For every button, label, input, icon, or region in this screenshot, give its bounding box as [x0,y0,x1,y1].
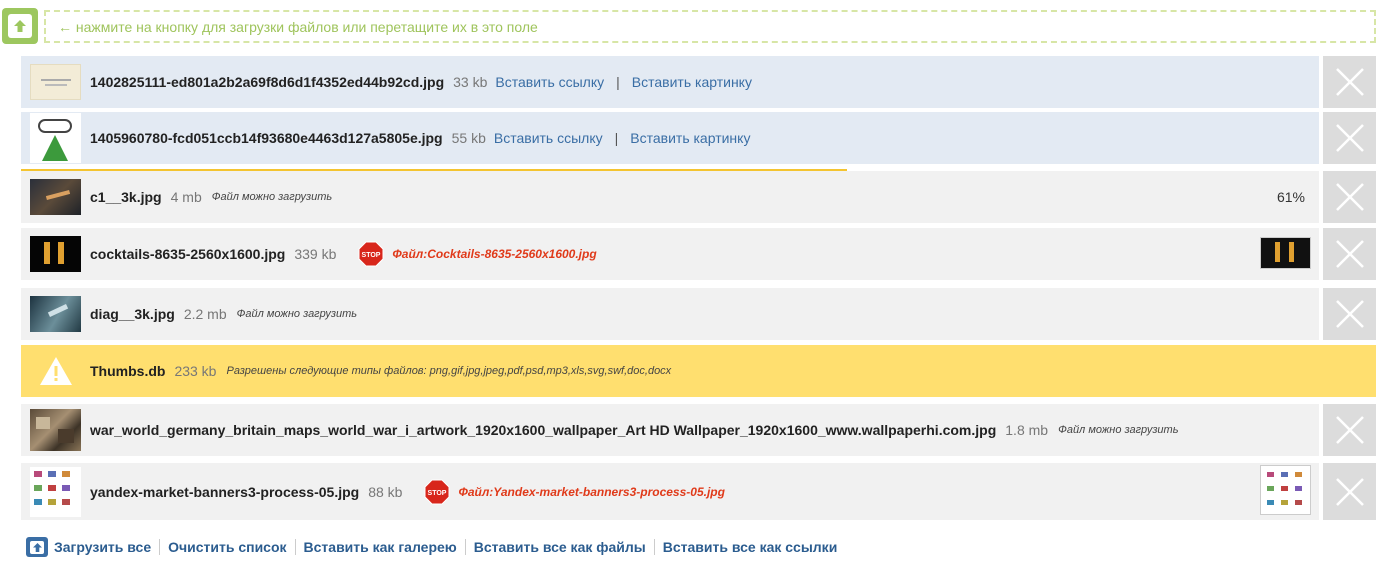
warning-triangle-icon [30,353,81,389]
insert-link-button[interactable]: Вставить ссылку [494,130,603,146]
file-error-message: Файл:Yandex-market-banners3-process-05.j… [458,484,725,499]
close-x-icon [1335,68,1364,96]
file-row: c1__3k.jpg 4 mb Файл можно загрузить 61% [21,171,1319,223]
file-size: 4 mb [170,189,202,205]
file-thumbnail [30,466,81,517]
footer-separator [464,539,466,555]
stop-sign-icon: STOP [358,241,384,267]
file-row-warning: Thumbs.db 233 kb Разрешены следующие тип… [21,345,1376,397]
upload-all-button[interactable]: Загрузить все [54,539,151,555]
close-x-icon [1335,416,1364,444]
insert-all-links-button[interactable]: Вставить все как ссылки [663,539,838,555]
file-row: cocktails-8635-2560x1600.jpg 339 kb STOP… [21,228,1319,280]
file-name: Thumbs.db [90,363,166,379]
file-error-message: Файл:Cocktails-8635-2560x1600.jpg [392,247,597,261]
file-size: 55 kb [451,130,486,146]
file-thumbnail [30,296,81,332]
file-size: 339 kb [294,246,337,262]
remove-file-button[interactable] [1323,228,1376,280]
file-name: 1405960780-fcd051ccb14f93680e4463d127a58… [90,130,443,146]
file-thumbnail [30,236,81,272]
footer-actions: Загрузить все Очистить список Вставить к… [26,537,837,557]
file-thumbnail [30,179,81,215]
drop-zone-hint: ← нажмите на кнопку для загрузки файлов … [58,18,538,35]
remove-file-button[interactable] [1323,404,1376,456]
link-separator: | [614,130,619,146]
file-size: 233 kb [174,363,217,379]
file-size: 33 kb [453,74,488,90]
file-row: 1402825111-ed801a2b2a69f8d6d1f4352ed44b9… [21,56,1319,108]
footer-separator [159,539,161,555]
insert-all-files-button[interactable]: Вставить все как файлы [474,539,646,555]
stop-sign-icon: STOP [424,479,450,504]
stop-sign-label: STOP [362,252,381,259]
upload-percent: 61% [1276,189,1305,205]
upload-button[interactable] [2,8,38,44]
file-row: 1405960780-fcd051ccb14f93680e4463d127a58… [21,112,1319,164]
footer-separator [653,539,655,555]
file-status-note: Файл можно загрузить [211,191,333,203]
image-preview [1260,465,1311,515]
file-name: diag__3k.jpg [90,306,175,322]
file-status-note: Файл можно загрузить [1058,424,1179,436]
file-size: 1.8 mb [1005,422,1049,438]
close-x-icon [1335,240,1364,268]
remove-file-button[interactable] [1323,112,1376,164]
clear-list-button[interactable]: Очистить список [168,539,286,555]
file-thumbnail [30,64,81,100]
file-status-note: Файл можно загрузить [236,308,358,320]
file-name: c1__3k.jpg [90,189,162,205]
file-size: 2.2 mb [183,306,227,322]
file-type-warning: Разрешены следующие типы файлов: png,gif… [226,365,672,377]
upload-all-icon[interactable] [26,537,48,557]
file-name: yandex-market-banners3-process-05.jpg [90,483,360,500]
link-separator: | [616,74,620,90]
insert-gallery-button[interactable]: Вставить как галерею [304,539,457,555]
file-size: 88 kb [368,483,403,500]
remove-file-button[interactable] [1323,288,1376,340]
insert-image-button[interactable]: Вставить картинку [632,74,752,90]
file-name: cocktails-8635-2560x1600.jpg [90,246,286,262]
insert-image-button[interactable]: Вставить картинку [630,130,750,146]
file-thumbnail [30,409,81,451]
stop-sign-label: STOP [428,490,447,497]
file-name: 1402825111-ed801a2b2a69f8d6d1f4352ed44b9… [90,74,445,90]
close-x-icon [1335,300,1364,328]
file-row: yandex-market-banners3-process-05.jpg 88… [21,463,1319,520]
remove-file-button[interactable] [1323,56,1376,108]
file-row: war_world_germany_britain_maps_world_war… [21,404,1319,456]
close-x-icon [1335,477,1364,506]
upload-arrow-icon [8,14,32,38]
file-row: diag__3k.jpg 2.2 mb Файл можно загрузить [21,288,1319,340]
file-name: war_world_germany_britain_maps_world_war… [90,422,997,438]
remove-file-button[interactable] [1323,463,1376,520]
drop-zone[interactable]: ← нажмите на кнопку для загрузки файлов … [44,10,1376,43]
remove-file-button[interactable] [1323,171,1376,223]
insert-link-button[interactable]: Вставить ссылку [495,74,604,90]
close-x-icon [1335,124,1364,152]
footer-separator [294,539,296,555]
close-x-icon [1335,183,1364,211]
file-thumbnail [30,113,81,163]
image-preview [1260,237,1311,269]
